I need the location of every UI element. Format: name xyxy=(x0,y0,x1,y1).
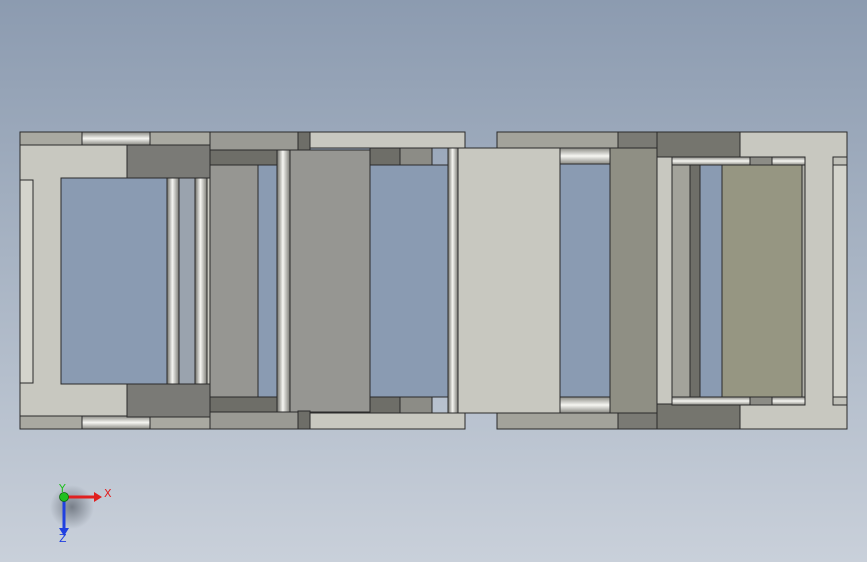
z-axis-label: Z xyxy=(59,532,67,545)
triad-shadow xyxy=(50,485,94,529)
chain-link-2[interactable] xyxy=(209,131,371,430)
x-axis-arrowhead xyxy=(94,492,102,502)
x-axis-label: X xyxy=(104,487,112,500)
view-orientation-triad[interactable]: X Y Z xyxy=(50,482,112,545)
drag-chain-model[interactable] xyxy=(19,131,848,430)
chain-link-right-end[interactable] xyxy=(656,131,848,430)
chain-link-left-end[interactable] xyxy=(19,131,211,430)
y-axis-label: Y xyxy=(58,482,66,495)
cad-graphics-viewport[interactable]: X Y Z xyxy=(0,0,867,562)
